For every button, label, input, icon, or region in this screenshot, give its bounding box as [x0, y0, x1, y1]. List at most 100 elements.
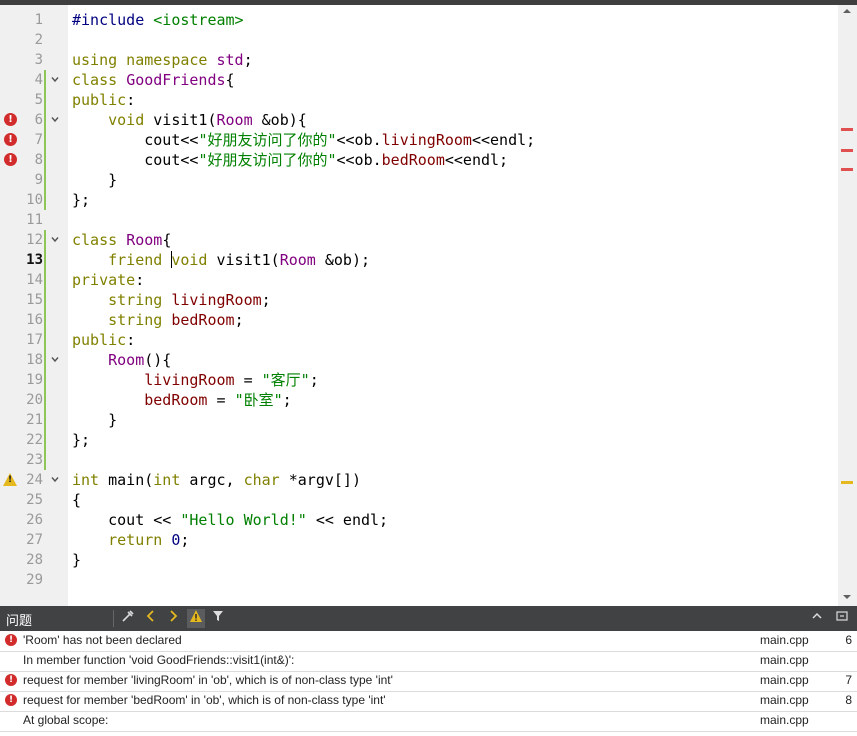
warning-icon[interactable]: ! — [3, 473, 17, 486]
code-line[interactable]: 3 using namespace std; — [0, 50, 838, 70]
code-token: void — [108, 111, 154, 129]
close-panel-icon[interactable] — [833, 609, 851, 628]
scroll-down-icon[interactable] — [843, 595, 851, 599]
code-text[interactable]: cout << "Hello World!" << endl; — [72, 510, 388, 530]
build-issues-icon[interactable] — [119, 609, 137, 628]
chevron-up-icon[interactable] — [808, 609, 826, 628]
code-line[interactable]: 29 — [0, 570, 838, 590]
fold-chevron-icon[interactable] — [51, 116, 59, 123]
code-text[interactable]: livingRoom = "客厅"; — [72, 370, 319, 390]
vertical-scrollbar[interactable] — [838, 5, 857, 606]
chevron-left-icon[interactable] — [142, 609, 160, 628]
code-text[interactable]: } — [72, 170, 117, 190]
code-line[interactable]: 2 — [0, 30, 838, 50]
chevron-right-icon[interactable] — [164, 609, 182, 628]
code-line[interactable]: 10}; — [0, 190, 838, 210]
code-text[interactable]: private: — [72, 270, 144, 290]
line-number: 29 — [26, 572, 43, 588]
code-text[interactable]: }; — [72, 430, 90, 450]
fold-chevron-icon[interactable] — [51, 236, 59, 243]
code-text[interactable]: bedRoom = "卧室"; — [72, 390, 291, 410]
issues-list: ! 'Room' has not been declared main.cpp 6 In… — [0, 631, 857, 736]
code-line[interactable]: 12 class Room{ — [0, 230, 838, 250]
line-number: 13 — [26, 252, 43, 268]
code-line[interactable]: 14 private: — [0, 270, 838, 290]
code-text[interactable]: } — [72, 550, 81, 570]
error-icon[interactable]: ! — [4, 113, 17, 126]
code-token: (){ — [144, 351, 172, 369]
code-text[interactable]: using namespace std; — [72, 50, 253, 70]
code-line[interactable]: 22}; — [0, 430, 838, 450]
code-line[interactable]: 26 cout << "Hello World!" << endl; — [0, 510, 838, 530]
filter-icon[interactable] — [210, 609, 228, 628]
error-marker-line-8[interactable] — [841, 168, 853, 171]
issue-row[interactable]: At global scope: main.cpp — [0, 711, 857, 732]
code-line[interactable]: ! 7 cout<<"好朋友访问了你的"<<ob.livingRoom<<endl… — [0, 130, 838, 150]
fold-chevron-icon[interactable] — [51, 76, 59, 83]
line-number: 2 — [34, 32, 43, 48]
code-line[interactable]: 11 — [0, 210, 838, 230]
warning-icon[interactable] — [187, 609, 205, 628]
code-line[interactable]: 23 — [0, 450, 838, 470]
issue-row[interactable]: ! request for member 'bedRoom' in 'ob', w… — [0, 691, 857, 712]
warning-marker-line-24[interactable] — [841, 481, 853, 484]
code-token: Room — [126, 231, 163, 249]
code-editor[interactable]: 1 #include <iostream> 2 3 using namespace st… — [0, 5, 857, 606]
code-line[interactable]: 27 return 0; — [0, 530, 838, 550]
code-line[interactable]: 28} — [0, 550, 838, 570]
code-text[interactable]: public: — [72, 90, 135, 110]
change-marker — [44, 430, 46, 450]
error-marker-line-6[interactable] — [841, 128, 853, 131]
code-text[interactable]: Room(){ — [72, 350, 171, 370]
code-line[interactable]: 16 string bedRoom; — [0, 310, 838, 330]
code-line[interactable]: 13 friend void visit1(Room &ob); — [0, 250, 838, 270]
code-text[interactable]: } — [72, 410, 117, 430]
code-text[interactable]: class GoodFriends{ — [72, 70, 235, 90]
code-text[interactable]: string bedRoom; — [72, 310, 243, 330]
issue-row[interactable]: ! request for member 'livingRoom' in 'ob'… — [0, 671, 857, 692]
error-icon[interactable]: ! — [4, 153, 17, 166]
code-line[interactable]: ! 6 void visit1(Room &ob){ — [0, 110, 838, 130]
change-marker — [44, 350, 46, 370]
code-line[interactable]: ! 24 int main(int argc, char *argv[]) — [0, 470, 838, 490]
code-line[interactable]: 5 public: — [0, 90, 838, 110]
code-text[interactable]: class Room{ — [72, 230, 171, 250]
code-text[interactable]: }; — [72, 190, 90, 210]
code-text[interactable]: return 0; — [72, 530, 189, 550]
code-line[interactable]: 9 } — [0, 170, 838, 190]
code-line[interactable]: 20 bedRoom = "卧室"; — [0, 390, 838, 410]
fold-chevron-icon[interactable] — [51, 356, 59, 363]
code-line[interactable]: 25 { — [0, 490, 838, 510]
code-text[interactable]: friend void visit1(Room &ob); — [72, 250, 370, 270]
code-text[interactable]: string livingRoom; — [72, 290, 271, 310]
code-text[interactable]: void visit1(Room &ob){ — [72, 110, 307, 130]
code-text[interactable]: { — [72, 490, 81, 510]
code-line[interactable]: 17 public: — [0, 330, 838, 350]
line-number: 10 — [26, 192, 43, 208]
code-line[interactable]: 4 class GoodFriends{ — [0, 70, 838, 90]
scroll-up-icon[interactable] — [843, 9, 851, 13]
line-number: 12 — [26, 232, 43, 248]
code-text[interactable]: public: — [72, 330, 135, 350]
code-text[interactable]: cout<<"好朋友访问了你的"<<ob.bedRoom<<endl; — [72, 150, 508, 170]
code-text[interactable]: int main(int argc, char *argv[]) — [72, 470, 361, 490]
error-icon[interactable]: ! — [4, 133, 17, 146]
code-text[interactable]: #include <iostream> — [72, 10, 244, 30]
issue-row[interactable]: ! 'Room' has not been declared main.cpp 6 — [0, 631, 857, 652]
code-line[interactable]: ! 8 cout<<"好朋友访问了你的"<<ob.bedRoom<<endl; — [0, 150, 838, 170]
code-token: int — [153, 471, 190, 489]
error-marker-line-7[interactable] — [841, 149, 853, 152]
code-token: visit1( — [216, 251, 280, 269]
code-line[interactable]: 15 string livingRoom; — [0, 290, 838, 310]
code-text[interactable]: cout<<"好朋友访问了你的"<<ob.livingRoom<<endl; — [72, 130, 535, 150]
code-token: return — [108, 531, 172, 549]
code-token: <<ob. — [336, 131, 382, 149]
code-line[interactable]: 1 #include <iostream> — [0, 10, 838, 30]
fold-chevron-icon[interactable] — [51, 476, 59, 483]
code-line[interactable]: 19 livingRoom = "客厅"; — [0, 370, 838, 390]
code-line[interactable]: 18 Room(){ — [0, 350, 838, 370]
issue-row[interactable]: In member function 'void GoodFriends::vi… — [0, 651, 857, 672]
change-marker — [44, 70, 46, 90]
code-line[interactable]: 21 } — [0, 410, 838, 430]
